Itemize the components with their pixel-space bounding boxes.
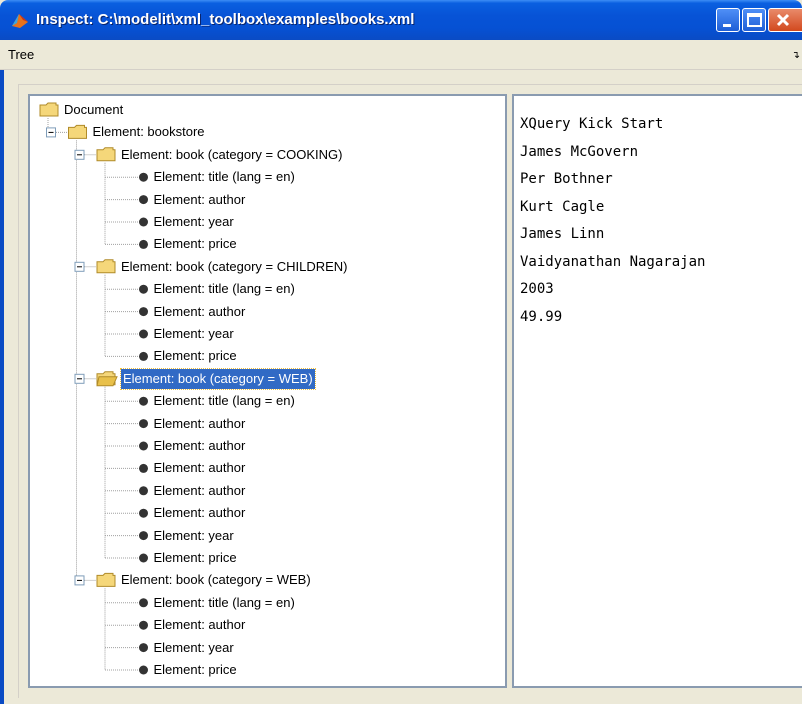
- tree-node-leaf[interactable]: Element: author: [154, 414, 246, 434]
- tree-node-folder[interactable]: Element: book (category = COOKING): [121, 145, 342, 165]
- tree-node-leaf[interactable]: Element: title (lang = en): [154, 593, 295, 613]
- content-line: James Linn: [520, 226, 605, 242]
- content-line: XQuery Kick Start: [520, 116, 664, 132]
- close-button[interactable]: [768, 8, 802, 32]
- bullet-icon: [139, 665, 148, 675]
- bullet-icon: [139, 195, 148, 205]
- tree-node-leaf[interactable]: Element: price: [154, 346, 237, 366]
- bullet-icon: [139, 284, 148, 294]
- inspect-window: Inspect: C:\modelit\xml_toolbox\examples…: [0, 0, 802, 704]
- tree-node-folder[interactable]: Element: book (category = WEB): [120, 367, 316, 390]
- tree-node-folder[interactable]: Element: book (category = WEB): [121, 570, 311, 590]
- bullet-icon: [139, 508, 148, 518]
- content-line: Kurt Cagle: [520, 198, 605, 215]
- folder-icon: [68, 124, 87, 139]
- chevron-icon: ↴: [791, 50, 800, 61]
- tree-node-leaf[interactable]: Element: price: [154, 548, 237, 568]
- folder-icon: [96, 147, 116, 162]
- bullet-icon: [139, 553, 148, 563]
- bullet-icon: [139, 419, 148, 429]
- text-panel[interactable]: XQuery Kick Start James McGovern Per Bothn…: [512, 94, 802, 688]
- close-icon: [776, 13, 790, 27]
- bullet-icon: [139, 396, 148, 406]
- tree-node-leaf[interactable]: Element: author: [154, 436, 246, 456]
- window-frame: [0, 40, 4, 704]
- tree-node-leaf[interactable]: Element: year: [154, 526, 234, 546]
- bullet-icon: [139, 239, 148, 249]
- content-line: Per Bothner: [520, 171, 613, 187]
- tree-node-leaf[interactable]: Element: author: [154, 458, 246, 478]
- bullet-icon: [139, 531, 148, 541]
- folder-icon: [96, 259, 116, 274]
- tree-node-leaf[interactable]: Element: title (lang = en): [154, 279, 295, 299]
- tree-node-leaf[interactable]: Element: author: [154, 302, 246, 322]
- bullet-icon: [139, 643, 148, 653]
- bullet-icon: [139, 598, 148, 608]
- bullet-icon: [139, 463, 148, 473]
- menu-bar: Tree ↴: [0, 40, 802, 70]
- tree-node-folder[interactable]: Element: bookstore: [93, 122, 205, 142]
- tree-node-leaf[interactable]: Element: price: [154, 234, 237, 254]
- content-line: Vaidyanathan Nagarajan: [520, 253, 706, 270]
- tree-panel[interactable]: Document Element: bookstore Element: book …: [28, 94, 507, 688]
- bullet-icon: [139, 486, 148, 496]
- tree-node-leaf[interactable]: Element: title (lang = en): [154, 167, 295, 187]
- content-line: 2003: [520, 281, 554, 297]
- bullet-icon: [139, 329, 148, 339]
- tree-node-leaf[interactable]: Element: title (lang = en): [154, 391, 295, 411]
- folder-icon: [96, 371, 118, 387]
- folder-icon: [39, 102, 59, 117]
- title-bar[interactable]: Inspect: C:\modelit\xml_toolbox\examples…: [0, 0, 802, 40]
- minimize-button[interactable]: [716, 8, 740, 32]
- tree-node-leaf[interactable]: Element: year: [154, 212, 234, 232]
- content-line: 49.99: [520, 308, 563, 325]
- minimize-icon: [723, 24, 731, 27]
- tree-node-leaf[interactable]: Element: price: [154, 660, 237, 680]
- tree-node-leaf[interactable]: Element: author: [154, 481, 246, 501]
- bullet-icon: [139, 441, 148, 451]
- tree-node-leaf[interactable]: Element: author: [154, 190, 246, 210]
- bullet-icon: [139, 620, 148, 630]
- bullet-icon: [139, 307, 148, 317]
- tree-node-leaf[interactable]: Element: author: [154, 615, 246, 635]
- tree-node-folder[interactable]: Element: book (category = CHILDREN): [121, 257, 348, 277]
- bullet-icon: [139, 217, 148, 227]
- matlab-icon: [10, 10, 30, 30]
- menu-tree[interactable]: Tree: [8, 47, 34, 62]
- bullet-icon: [139, 172, 148, 182]
- window-title: Inspect: C:\modelit\xml_toolbox\examples…: [36, 11, 415, 28]
- bullet-icon: [139, 351, 148, 361]
- maximize-button[interactable]: [742, 8, 766, 32]
- tree-node-leaf[interactable]: Element: year: [154, 324, 234, 344]
- content-line: James McGovern: [520, 143, 639, 160]
- tree-node-leaf[interactable]: Element: year: [154, 638, 234, 658]
- tree-node-leaf[interactable]: Element: author: [154, 503, 246, 523]
- tree-node-folder[interactable]: Document: [64, 100, 123, 120]
- folder-icon: [96, 572, 116, 587]
